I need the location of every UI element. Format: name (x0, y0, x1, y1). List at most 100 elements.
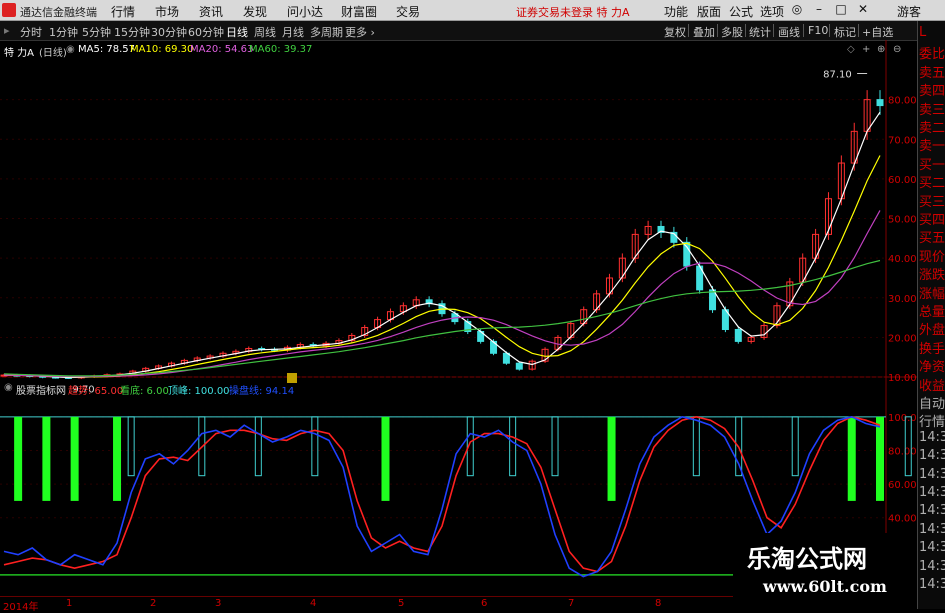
candle-body (683, 241, 691, 267)
bottom-signal-bar (847, 416, 856, 501)
site-watermark: 乐淘公式网 www.60lt.com (733, 533, 917, 609)
side-panel-item[interactable]: 外盘 (919, 319, 945, 338)
high-price-label: 87.10 (823, 69, 852, 80)
price-tick-label: 70.00 (888, 135, 917, 146)
side-panel-item[interactable]: 净资 (919, 356, 945, 375)
indicator-top: 顶峰: 100.00 (168, 386, 230, 397)
period-tab-more[interactable]: 更多 › (345, 24, 375, 40)
side-panel-item[interactable]: 买三 (919, 191, 945, 210)
period-tab-15min[interactable]: 15分钟 (114, 24, 150, 40)
legend-minus-icon[interactable]: ⊖ (893, 44, 901, 55)
price-tick-label: 10.00 (888, 373, 917, 384)
side-panel-item[interactable]: 14:3 (919, 430, 945, 445)
side-panel-item[interactable]: 卖五 (919, 62, 945, 81)
tool-f10[interactable]: F10 (808, 24, 828, 37)
tool-stats[interactable]: 统计 (749, 24, 771, 40)
toolbar-divider (803, 24, 804, 37)
bottom-signal-bar (381, 416, 390, 501)
menu-item-market[interactable]: 行情 (111, 3, 135, 20)
period-tab-weekly[interactable]: 周线 (254, 24, 276, 40)
menu-item-discover[interactable]: 发现 (243, 3, 267, 20)
bottom-signal-bar (70, 416, 79, 501)
side-panel-item[interactable]: 涨跌 (919, 264, 945, 283)
menu-item-formula[interactable]: 公式 (729, 3, 753, 20)
period-tab-5min[interactable]: 5分钟 (82, 24, 111, 40)
side-panel-item[interactable]: 卖二 (919, 117, 945, 136)
legend-zoom-icon[interactable]: ⊕ (877, 44, 885, 55)
period-tab-30min[interactable]: 30分钟 (151, 24, 187, 40)
bottom-signal-bar (113, 416, 122, 501)
menu-item-function[interactable]: 功能 (664, 3, 688, 20)
tool-add-favorite[interactable]: +自选 (862, 24, 893, 40)
price-tick-label: 50.00 (888, 215, 917, 226)
user-icon[interactable]: ◎ (790, 2, 804, 16)
legend-plus-icon[interactable]: + (862, 44, 870, 55)
login-status[interactable]: 证券交易未登录 特 力A (516, 4, 630, 20)
side-panel-item[interactable]: 14:3 (919, 577, 945, 592)
menu-item-trade[interactable]: 交易 (396, 3, 420, 20)
side-panel-item[interactable]: 现价 (919, 246, 945, 265)
indicator-trend: 趋势: 65.00 (68, 386, 124, 397)
side-panel-item[interactable]: 14:3 (919, 485, 945, 500)
side-panel-item[interactable]: 委比 (919, 43, 945, 62)
close-icon[interactable]: ✕ (856, 2, 870, 16)
maximize-icon[interactable]: □ (834, 2, 848, 16)
ma10-line (3, 155, 881, 378)
period-tab-monthly[interactable]: 月线 (282, 24, 304, 40)
user-guest[interactable]: 游客 (897, 3, 921, 20)
side-panel-item[interactable]: 换手 (919, 338, 945, 357)
side-panel-item[interactable]: 买五 (919, 227, 945, 246)
side-panel-item[interactable]: 自动 (919, 393, 945, 412)
side-panel-item[interactable]: 涨幅 (919, 283, 945, 302)
period-tab-daily[interactable]: 日线 (226, 24, 248, 40)
stock-chart[interactable]: 80.00 70.00 60.00 50.00 40.00 30.00 20.00 10.00… (0, 40, 917, 596)
tool-overlay[interactable]: 叠加 (693, 24, 715, 40)
indicator-tick-label: 40.00 (888, 514, 917, 525)
bottom-signal-bar (14, 416, 23, 501)
side-panel-item[interactable]: 卖一 (919, 135, 945, 154)
side-panel-item[interactable]: 14:3 (919, 467, 945, 482)
menu-item-markets[interactable]: 市场 (155, 3, 179, 20)
side-panel-item[interactable]: 14:3 (919, 522, 945, 537)
side-panel-item[interactable]: 14:3 (919, 448, 945, 463)
legend-settings-icon[interactable]: ◉ (66, 44, 75, 55)
side-panel-item[interactable]: 行情 (919, 411, 945, 430)
menu-item-assistant[interactable]: 问小达 (287, 3, 323, 20)
menu-item-layout[interactable]: 版面 (697, 3, 721, 20)
period-tab-multi[interactable]: 多周期 (310, 24, 343, 40)
indicator-settings-icon[interactable]: ◉ (4, 382, 13, 393)
x-tick-label: 1 (66, 598, 73, 609)
period-tab-60min[interactable]: 60分钟 (188, 24, 224, 40)
side-panel-item[interactable]: 14:3 (919, 540, 945, 555)
side-panel-item[interactable]: 总量 (919, 301, 945, 320)
legend-period: (日线) (39, 48, 67, 59)
tool-fuquan[interactable]: 复权 (664, 24, 686, 40)
side-panel-item[interactable]: 买一 (919, 154, 945, 173)
tool-multistock[interactable]: 多股 (721, 24, 743, 40)
menu-item-wealth[interactable]: 财富圈 (341, 3, 377, 20)
price-tick-label: 40.00 (888, 254, 917, 265)
side-panel-item[interactable]: 买二 (919, 172, 945, 191)
period-tab-timeshare[interactable]: 分时 (20, 24, 42, 40)
side-panel-item[interactable]: 卖四 (919, 80, 945, 99)
side-panel-item[interactable]: 收益 (919, 375, 945, 394)
top-signal-bar (551, 416, 559, 477)
menu-item-news[interactable]: 资讯 (199, 3, 223, 20)
side-panel-item[interactable]: L (919, 25, 926, 40)
ma20-line (3, 210, 881, 378)
app-logo-icon (2, 3, 16, 17)
tool-drawline[interactable]: 画线 (778, 24, 800, 40)
side-panel-item[interactable]: 14:3 (919, 503, 945, 518)
menu-item-options[interactable]: 选项 (760, 3, 784, 20)
legend-diamond-icon[interactable]: ◇ (847, 44, 855, 55)
expand-icon[interactable]: ▸ (4, 24, 10, 37)
side-panel-item[interactable]: 卖三 (919, 99, 945, 118)
side-panel-item[interactable]: 买四 (919, 209, 945, 228)
side-panel-item[interactable]: 14:3 (919, 559, 945, 574)
top-signal-bar (692, 416, 700, 477)
top-signal-bar (791, 416, 799, 477)
tool-mark[interactable]: 标记 (834, 24, 856, 40)
minimize-icon[interactable]: – (812, 2, 826, 16)
toolbar-divider (688, 24, 689, 37)
period-tab-1min[interactable]: 1分钟 (49, 24, 78, 40)
